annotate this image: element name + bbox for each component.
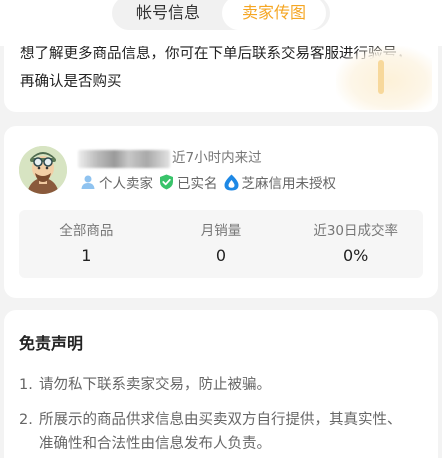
tag-label: 芝麻信用未授权 <box>241 176 337 192</box>
item-number: 2. <box>19 412 33 428</box>
verified-shield-icon <box>159 174 174 190</box>
tab-bar: 帐号信息 卖家传图 <box>0 0 442 46</box>
disclaimer-title: 免责声明 <box>19 334 84 353</box>
stat-value: 0% <box>342 246 369 265</box>
disclaimer-item: 2. 所展示的商品供求信息由买卖双方自行提供，其真实性、准确性和合法性由信息发布… <box>19 408 415 456</box>
item-number: 1. <box>19 377 33 393</box>
seller-tags: 个人卖家 已实名 芝麻信用未授权 <box>80 172 336 192</box>
tag-verified: 已实名 <box>159 172 218 192</box>
tag-label: 已实名 <box>177 176 218 192</box>
stat-all-products[interactable]: 全部商品 1 <box>19 210 154 278</box>
decorative-illustration <box>336 46 432 110</box>
tag-personal-seller: 个人卖家 <box>80 172 153 192</box>
stat-value: 1 <box>81 246 92 265</box>
item-text: 所展示的商品供求信息由买卖双方自行提供，其真实性、准确性和合法性由信息发布人负责… <box>39 412 402 452</box>
sesame-credit-icon <box>224 174 239 191</box>
tag-label: 个人卖家 <box>99 176 153 192</box>
seller-name-blurred <box>78 150 170 168</box>
stat-monthly-sales: 月销量 0 <box>154 210 289 278</box>
disclaimer-item: 1. 请勿私下联系卖家交易，防止被骗。 <box>19 373 415 397</box>
seller-card: 近7小时内来过 个人卖家 已实名 芝麻信用未授权 全部商品 1 月销量 0 近3… <box>4 126 438 298</box>
disclaimer-card: 免责声明 1. 请勿私下联系卖家交易，防止被骗。 2. 所展示的商品供求信息由买… <box>4 310 438 458</box>
tag-sesame-credit: 芝麻信用未授权 <box>224 172 337 192</box>
stat-30day-rate: 近30日成交率 0% <box>288 210 423 278</box>
stat-label: 近30日成交率 <box>313 223 399 239</box>
stat-label: 全部商品 <box>59 223 114 239</box>
item-text: 请勿私下联系卖家交易，防止被骗。 <box>39 377 271 393</box>
person-icon <box>80 174 96 190</box>
stat-label: 月销量 <box>200 223 242 239</box>
tab-seller-images[interactable]: 卖家传图 <box>222 0 326 30</box>
stat-value: 0 <box>215 246 227 265</box>
seller-stats: 全部商品 1 月销量 0 近30日成交率 0% <box>19 210 423 278</box>
tab-account-info[interactable]: 帐号信息 <box>118 0 218 30</box>
last-seen-text: 近7小时内来过 <box>172 150 262 166</box>
cartoon-avatar-icon[interactable] <box>19 146 67 194</box>
